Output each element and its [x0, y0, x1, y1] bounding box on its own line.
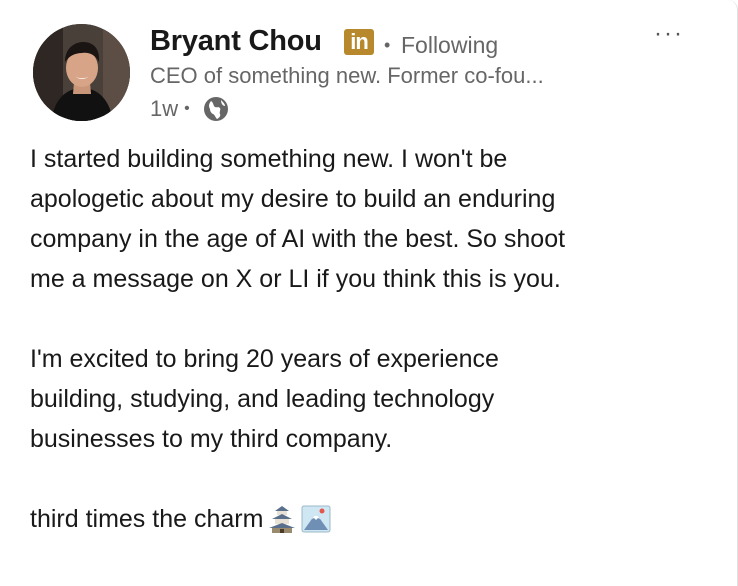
- globe-icon: [203, 97, 228, 121]
- mount-fuji-emoji-icon: [301, 505, 331, 533]
- linkedin-premium-badge-icon: in: [344, 29, 374, 55]
- author-headline: CEO of something new. Former co-fou...: [150, 63, 544, 88]
- post-body: I started building something new. I won'…: [30, 139, 720, 539]
- post-body-line: me a message on X or LI if you think thi…: [30, 265, 561, 293]
- author-name[interactable]: Bryant Chou: [150, 22, 322, 60]
- japanese-castle-emoji-icon: [269, 506, 296, 533]
- author-avatar[interactable]: [33, 24, 130, 121]
- feed-post-card: Bryant Chou in • Following CEO of someth…: [0, 0, 738, 586]
- post-options-menu-icon[interactable]: ···: [654, 22, 684, 46]
- post-body-line: businesses to my third company.: [30, 425, 393, 453]
- post-closing-text: third times the charm: [30, 505, 264, 533]
- post-body-line: building, studying, and leading technolo…: [30, 385, 495, 413]
- meta-separator: •: [184, 100, 190, 117]
- connection-separator: •: [384, 35, 391, 55]
- post-body-line: apologetic about my desire to build an e…: [30, 185, 556, 213]
- follow-status[interactable]: Following: [401, 31, 498, 59]
- post-meta: 1w •: [150, 94, 230, 124]
- post-time[interactable]: 1w: [150, 96, 178, 122]
- post-body-line: I started building something new. I won'…: [30, 145, 508, 173]
- post-body-line: company in the age of AI with the best. …: [30, 225, 566, 253]
- post-body-line: I'm excited to bring 20 years of experie…: [30, 345, 499, 373]
- post-closing-line: third times the charm: [30, 499, 720, 539]
